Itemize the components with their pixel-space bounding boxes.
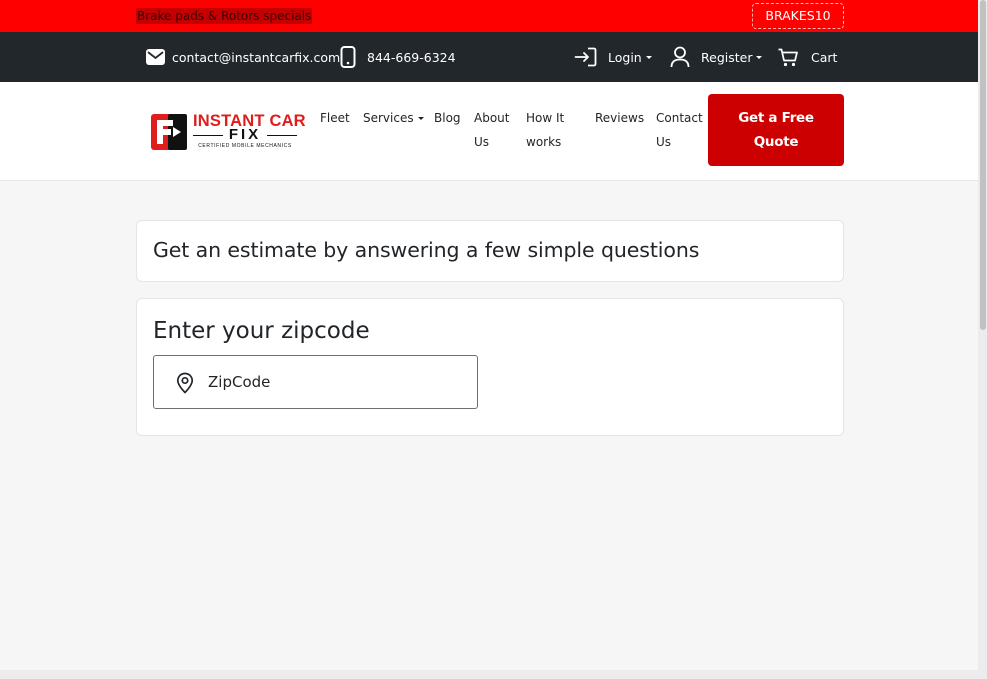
caret-down-icon xyxy=(645,55,652,59)
nav-how-line2: works xyxy=(526,135,562,149)
phone-link[interactable]: 844-669-6324 xyxy=(340,32,456,82)
promo-code-badge[interactable]: BRAKES10 xyxy=(752,3,844,29)
email-link[interactable]: contact@instantcarfix.com xyxy=(146,32,340,82)
cart-label: Cart xyxy=(811,49,838,65)
nav-fleet[interactable]: Fleet xyxy=(320,106,350,130)
caret-down-icon xyxy=(756,55,763,59)
login-label: Login xyxy=(608,49,642,65)
nav-reviews[interactable]: Reviews xyxy=(595,106,644,130)
nav-contact-us[interactable]: Contact Us xyxy=(656,106,703,154)
user-icon xyxy=(670,46,690,68)
envelope-icon xyxy=(146,49,165,65)
nav-contact-line1: Contact xyxy=(656,111,703,125)
logo-tagline: CERTIFIED MOBILE MECHANICS xyxy=(198,143,292,149)
nav-services[interactable]: Services xyxy=(363,106,424,130)
logo-mark-icon xyxy=(151,114,187,154)
phone-text: 844-669-6324 xyxy=(367,49,456,65)
register-label: Register xyxy=(701,49,753,65)
nav-how-it-works[interactable]: How It works xyxy=(526,106,564,154)
promo-text[interactable]: Brake pads & Rotors specials xyxy=(136,8,313,24)
estimate-heading: Get an estimate by answering a few simpl… xyxy=(153,238,700,262)
sign-in-icon xyxy=(574,47,597,67)
top-contact-bar: contact@instantcarfix.com 844-669-6324 L… xyxy=(0,32,978,82)
zipcode-heading: Enter your zipcode xyxy=(153,318,370,344)
zipcode-input[interactable] xyxy=(208,370,458,394)
zipcode-field[interactable] xyxy=(153,355,478,409)
cart-icon xyxy=(778,48,798,67)
logo-divider xyxy=(267,135,297,136)
horizontal-scrollbar-track[interactable] xyxy=(0,670,978,679)
nav-about-us[interactable]: About Us xyxy=(474,106,509,154)
nav-services-label: Services xyxy=(363,111,414,125)
estimate-intro-card: Get an estimate by answering a few simpl… xyxy=(136,220,844,282)
cta-line1: Get a Free xyxy=(738,110,814,126)
promo-bar: Brake pads & Rotors specials BRAKES10 xyxy=(0,0,978,32)
cta-line2: Quote xyxy=(753,134,799,150)
get-free-quote-button[interactable]: Get a Free Quote xyxy=(708,94,844,166)
nav-contact-line2: Us xyxy=(656,135,672,149)
cart-link[interactable]: Cart xyxy=(778,32,837,82)
register-dropdown[interactable]: Register xyxy=(670,32,763,82)
nav-how-line1: How It xyxy=(526,111,565,125)
zipcode-card: Enter your zipcode xyxy=(136,298,844,436)
email-text: contact@instantcarfix.com xyxy=(172,49,341,65)
brand-logo[interactable]: INSTANT CAR FIX CERTIFIED MOBILE MECHANI… xyxy=(151,112,306,154)
nav-about-line1: About xyxy=(474,111,510,125)
nav-about-line2: Us xyxy=(474,135,490,149)
caret-down-icon xyxy=(417,117,424,120)
login-dropdown[interactable]: Login xyxy=(574,32,652,82)
nav-blog[interactable]: Blog xyxy=(434,106,461,130)
mobile-phone-icon xyxy=(340,46,356,68)
vertical-scrollbar-thumb[interactable] xyxy=(980,0,986,330)
